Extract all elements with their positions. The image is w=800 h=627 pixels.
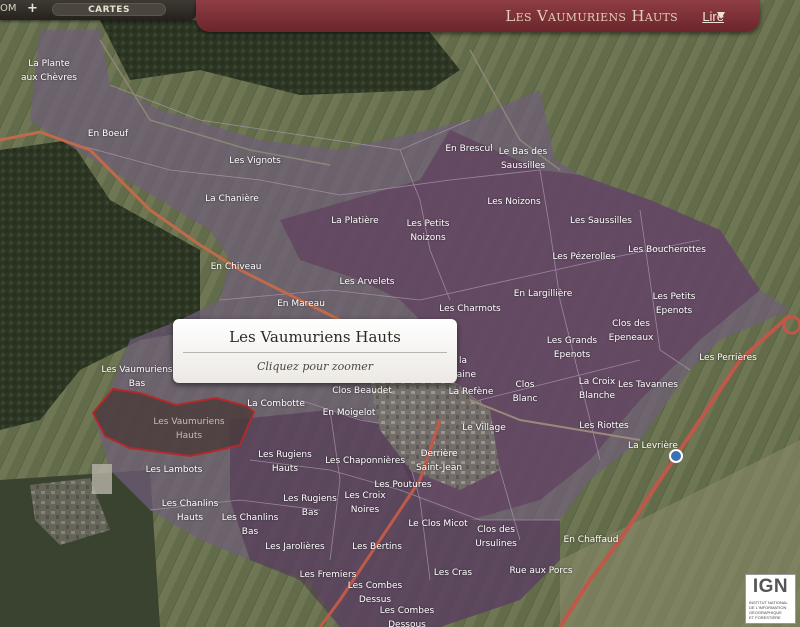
farm-buildings bbox=[92, 464, 112, 494]
zoom-hint[interactable]: Cliquez pour zoomer bbox=[173, 360, 457, 373]
ign-logo-subtitle: INSTITUT NATIONAL DE L'INFORMATION GÉOGR… bbox=[749, 600, 788, 620]
popup-divider bbox=[183, 352, 447, 353]
chevron-down-icon[interactable] bbox=[717, 12, 725, 19]
zoom-label: OM bbox=[0, 3, 17, 14]
ign-logo: IGN INSTITUT NATIONAL DE L'INFORMATION G… bbox=[745, 574, 796, 624]
popup-title: Les Vaumuriens Hauts bbox=[229, 328, 401, 346]
maps-button[interactable]: CARTES bbox=[52, 3, 166, 16]
satellite-map[interactable] bbox=[0, 0, 800, 627]
ign-logo-mark: IGN bbox=[752, 576, 789, 597]
header-bar: Les Vaumuriens Hauts Lire bbox=[196, 0, 760, 32]
map-toolbar: OM + CARTES bbox=[0, 0, 196, 20]
location-marker-icon[interactable] bbox=[669, 449, 683, 463]
page-title: Les Vaumuriens Hauts bbox=[505, 7, 678, 25]
parcel-popup[interactable]: Les Vaumuriens Hauts Cliquez pour zoomer bbox=[173, 319, 457, 383]
zoom-in-button[interactable]: + bbox=[27, 1, 38, 16]
